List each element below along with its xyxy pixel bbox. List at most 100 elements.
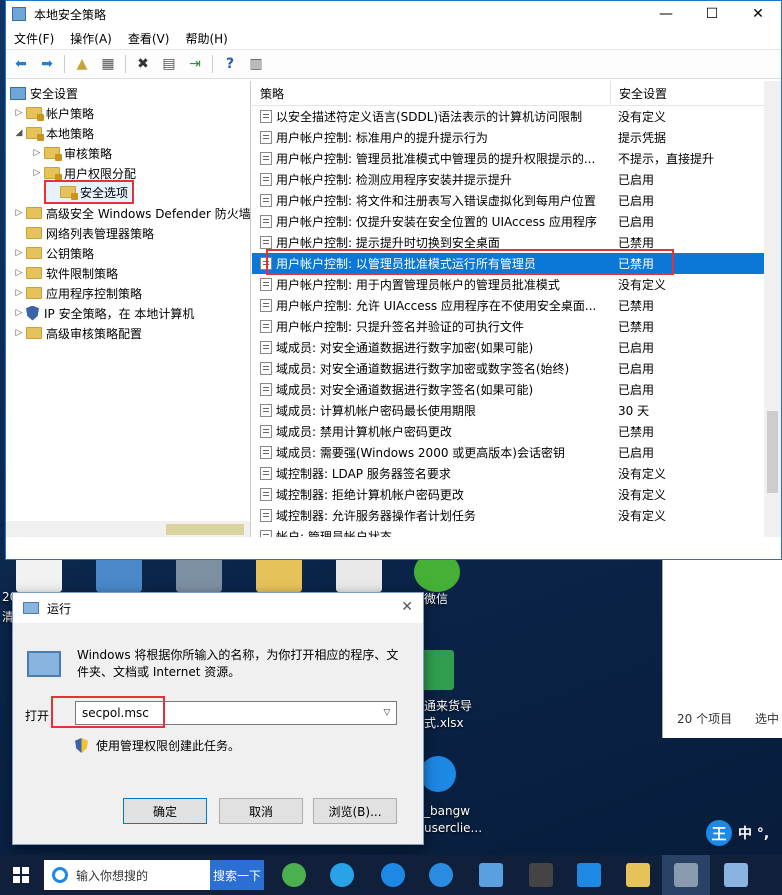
ime-logo-icon[interactable]: 王 [706,820,732,846]
close-button[interactable]: ✕ [735,1,781,27]
policy-row[interactable]: 域控制器: 允许服务器操作者计划任务 没有定义 [252,505,781,526]
tree-item-ip-security[interactable]: ▷ IP 安全策略，在 本地计算机 [12,303,194,323]
tree-item-advanced-audit[interactable]: ▷ 高级审核策略配置 [12,323,142,343]
folder-icon [44,167,62,181]
mmc-icon[interactable]: ▥ [245,53,267,75]
collapse-icon[interactable]: ◢ [12,128,26,138]
policy-icon [260,173,272,186]
scrollbar-thumb[interactable] [767,411,778,493]
column-header-setting[interactable]: 安全设置 [610,81,667,105]
tree-item-public-key[interactable]: ▷ 公钥策略 [12,243,94,263]
expand-icon[interactable]: ▷ [12,108,26,118]
menu-action[interactable]: 操作(A) [62,30,120,47]
expand-icon[interactable]: ▷ [12,248,26,258]
taskbar-app2-icon[interactable] [529,863,553,887]
cancel-button[interactable]: 取消 [219,798,303,824]
policy-row[interactable]: 域成员: 对安全通道数据进行数字签名(如果可能) 已启用 [252,379,781,400]
up-folder-icon[interactable]: ▲ [71,53,93,75]
policy-row[interactable]: 域成员: 需要强(Windows 2000 或更高版本)会话密钥 已启用 [252,442,781,463]
desktop-bang-icon[interactable] [420,756,456,792]
back-icon[interactable]: ⬅ [10,53,32,75]
taskbar-app-icon[interactable] [479,863,503,887]
minimize-button[interactable]: — [643,1,689,27]
browse-button[interactable]: 浏览(B)... [313,798,397,824]
policy-row[interactable]: 域成员: 计算机帐户密码最长使用期限 30 天 [252,400,781,421]
tree-item-user-rights[interactable]: ▷ 用户权限分配 [30,163,136,183]
ime-language[interactable]: 中 °, [738,823,769,843]
tree-item-account-policy[interactable]: ▷ 帐户策略 [12,103,94,123]
taskbar-k-icon[interactable] [381,863,405,887]
forward-icon[interactable]: ➡ [36,53,58,75]
title-bar[interactable]: 本地安全策略 — ☐ ✕ [6,1,781,27]
policy-name: 以安全描述符定义语言(SDDL)语法表示的计算机访问限制 [276,110,583,124]
search-button[interactable]: 搜索一下 [210,860,264,890]
taskbar-folder-icon[interactable] [626,863,650,887]
menu-help[interactable]: 帮助(H) [177,30,235,47]
tree-item-local-policy[interactable]: ◢ 本地策略 [12,123,94,143]
policy-icon [260,236,272,249]
policy-row[interactable]: 帐户: 管理员帐户状态 [252,526,781,537]
policy-row[interactable]: 用户帐户控制: 检测应用程序安装并提示提升 已启用 [252,169,781,190]
policy-row[interactable]: 用户帐户控制: 仅提升安装在安全位置的 UIAccess 应用程序 已启用 [252,211,781,232]
maximize-button[interactable]: ☐ [689,1,735,27]
expand-icon[interactable]: ▷ [12,328,26,338]
menu-view[interactable]: 查看(V) [120,30,178,47]
policy-row[interactable]: 用户帐户控制: 将文件和注册表写入错误虚拟化到每用户位置 已启用 [252,190,781,211]
column-header-policy[interactable]: 策略 [252,85,610,102]
expand-icon[interactable]: ▷ [12,208,26,218]
ok-button[interactable]: 确定 [123,798,207,824]
expand-icon[interactable]: ▷ [30,148,44,158]
search-box[interactable]: 输入你想搜的 [44,860,210,890]
desktop-excel-icon[interactable] [420,650,454,690]
run-title-bar[interactable]: 运行 ✕ [13,593,423,623]
tree-item-software-restriction[interactable]: ▷ 软件限制策略 [12,263,118,283]
explorer-item-count: 20 个项目 [677,712,733,726]
policy-row[interactable]: 域成员: 对安全通道数据进行数字加密或数字签名(始终) 已启用 [252,358,781,379]
export-list-icon[interactable]: ⇥ [184,53,206,75]
taskbar-bang-icon[interactable] [577,863,601,887]
policy-row[interactable]: 用户帐户控制: 提示提升时切换到安全桌面 已禁用 [252,232,781,253]
taskbar-run-icon[interactable] [724,863,748,887]
tree-horizontal-scrollbar[interactable] [6,521,250,537]
policy-name: 域成员: 禁用计算机帐户密码更改 [276,425,452,439]
policy-row[interactable]: 域成员: 对安全通道数据进行数字加密(如果可能) 已启用 [252,337,781,358]
expand-icon[interactable]: ▷ [12,308,26,318]
show-hide-tree-icon[interactable]: ▦ [97,53,119,75]
policy-row[interactable]: 用户帐户控制: 用于内置管理员帐户的管理员批准模式 没有定义 [252,274,781,295]
expand-icon[interactable]: ▷ [12,288,26,298]
expand-icon[interactable]: ▷ [30,168,44,178]
tree-item-firewall[interactable]: ▷ 高级安全 Windows Defender 防火墙 [12,203,250,223]
taskbar-ie-icon[interactable] [429,863,453,887]
chevron-down-icon[interactable]: ▽ [378,708,396,718]
start-button[interactable] [0,855,42,895]
panes: 安全设置 ▷ 帐户策略 ◢ 本地策略 ▷ 审核策略 ▷ 用户权限分配 安全选项 … [6,81,781,559]
policy-row[interactable]: 用户帐户控制: 标准用户的提升提示行为 提示凭据 [252,127,781,148]
policy-name: 域控制器: 拒绝计算机帐户密码更改 [276,488,464,502]
policy-row[interactable]: 域成员: 禁用计算机帐户密码更改 已禁用 [252,421,781,442]
tree-item-network-list[interactable]: 网络列表管理器策略 [12,223,154,243]
tree-root[interactable]: 安全设置 [10,83,78,103]
help-icon[interactable]: ? [219,53,241,75]
policy-row[interactable]: 用户帐户控制: 允许 UIAccess 应用程序在不使用安全桌面... 已禁用 [252,295,781,316]
policy-row[interactable]: 以安全描述符定义语言(SDDL)语法表示的计算机访问限制 没有定义 [252,106,781,127]
close-icon[interactable]: ✕ [401,599,413,615]
list-vertical-scrollbar[interactable] [764,81,781,537]
policy-row[interactable]: 域控制器: 拒绝计算机帐户密码更改 没有定义 [252,484,781,505]
policy-setting: 已启用 [618,362,655,376]
policy-row[interactable]: 域控制器: LDAP 服务器签名要求 没有定义 [252,463,781,484]
policy-row[interactable]: 用户帐户控制: 管理员批准模式中管理员的提升权限提示的... 不提示，直接提升 [252,148,781,169]
policy-row[interactable]: 用户帐户控制: 以管理员批准模式运行所有管理员 已禁用 [252,253,781,274]
scrollbar-thumb[interactable] [166,524,244,535]
menu-file[interactable]: 文件(F) [6,30,62,47]
properties-icon[interactable]: ▤ [158,53,180,75]
tree-item-app-control[interactable]: ▷ 应用程序控制策略 [12,283,142,303]
taskbar-browser-icon[interactable] [330,863,354,887]
taskbar-secpol-icon[interactable] [674,863,698,887]
tree-item-audit-policy[interactable]: ▷ 审核策略 [30,143,112,163]
policy-row[interactable]: 用户帐户控制: 只提升签名并验证的可执行文件 已禁用 [252,316,781,337]
ime-toolbar[interactable]: 王 中 °, [706,818,782,848]
expand-icon[interactable]: ▷ [12,268,26,278]
tree-item-security-options[interactable]: 安全选项 [43,180,135,204]
delete-icon[interactable]: ✖ [132,53,154,75]
taskbar-360-icon[interactable] [282,863,306,887]
